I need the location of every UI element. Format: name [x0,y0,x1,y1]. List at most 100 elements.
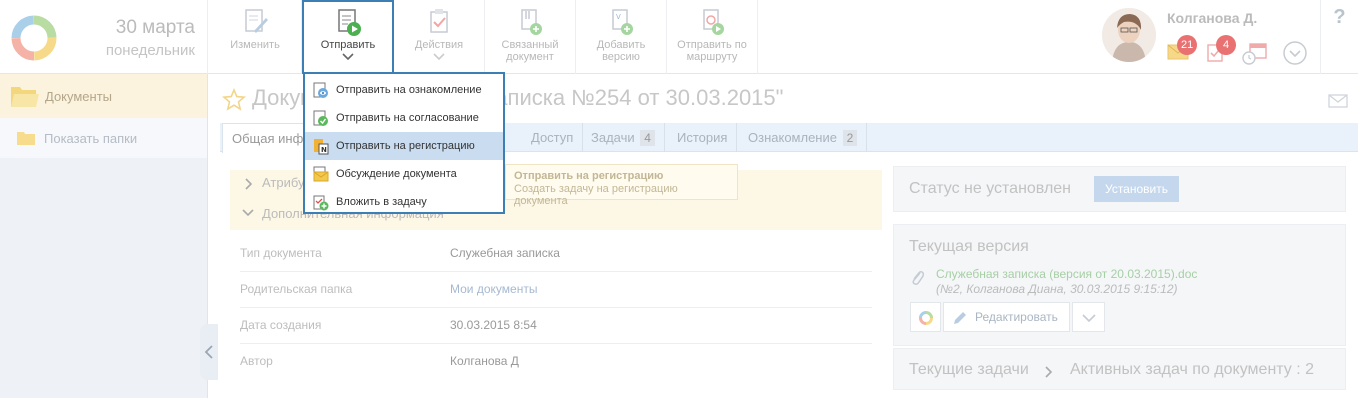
property-row: Родительская папка Мои документы [240,272,872,308]
tab-count: 2 [842,130,858,146]
chevron-right-icon[interactable] [1044,366,1052,378]
edit-file-label: Редактировать [975,310,1058,324]
set-status-button[interactable]: Установить [1094,176,1179,202]
send-route-label-2: маршруту [686,51,738,63]
parent-folder-link[interactable]: Мои документы [450,282,537,296]
chevron-left-icon [204,345,213,359]
linked-document-label-1: Связанный [501,39,559,51]
date-weekday: понедельник [105,42,195,59]
top-toolbar: 30 марта понедельник Изменить Отправить … [0,0,1358,74]
menu-item-attach-to-task[interactable]: Вложить в задачу [305,188,503,216]
sidebar-item-show-folders[interactable]: Показать папки [0,118,207,158]
chevron-down-circle-icon[interactable] [1283,41,1307,65]
property-value: Служебная записка [450,246,560,260]
actions-button[interactable]: Действия [394,0,485,74]
file-link[interactable]: Служебная записка (версия от 20.03.2015)… [936,267,1197,281]
tab-acquaintance[interactable]: Ознакомление 2 [739,123,868,152]
tab-label: Доступ [531,130,574,145]
edit-label: Изменить [230,39,280,51]
property-row: Дата создания 30.03.2015 8:54 [240,308,872,344]
sidebar-item-documents[interactable]: Документы [0,74,207,118]
more-options-button[interactable] [1072,302,1105,332]
attach-task-icon [313,195,329,211]
add-version-button[interactable]: V Добавить версию [576,0,667,74]
current-tasks-title[interactable]: Текущие задачи [909,361,1029,379]
version-title: Текущая версия [909,238,1029,255]
avatar[interactable] [1102,8,1156,62]
menu-item-label: Отправить на ознакомление [336,84,482,96]
calendar-icon[interactable] [1242,42,1268,66]
tab-label: Задачи [591,130,635,145]
tab-access[interactable]: Доступ [522,123,584,152]
review-icon [313,82,328,98]
send-label: Отправить [320,39,376,51]
favorite-star-icon[interactable] [222,88,246,112]
add-version-label-2: версию [602,51,640,63]
send-doc-icon [338,9,361,36]
add-version-label-1: Добавить [596,39,646,51]
chevron-down-icon [1082,314,1096,322]
user-name[interactable]: Колганова Д. [1167,10,1257,26]
app-logo[interactable] [0,0,70,74]
edit-file-button[interactable]: Редактировать [943,302,1070,332]
user-panel: Колганова Д. 21 4 [1100,0,1320,74]
linked-document-button[interactable]: Связанный документ [485,0,576,74]
envelope-icon[interactable] [1328,94,1348,108]
route-icon [703,9,724,35]
linked-document-label-2: документ [506,51,554,63]
folder-icon [17,132,35,145]
date-display: 30 марта понедельник [70,0,208,74]
send-button[interactable]: Отправить [302,0,394,74]
property-key: Дата создания [240,318,322,332]
actions-label: Действия [414,39,464,51]
property-key: Автор [240,354,273,368]
menu-item-send-approval[interactable]: Отправить на согласование [305,104,503,132]
discussion-icon [313,166,329,182]
current-version-panel: Текущая версия Служебная записка (версия… [893,224,1346,346]
svg-text:N: N [321,146,327,154]
paperclip-icon [912,271,925,285]
add-version-icon: V [612,9,633,35]
app-logo-icon [919,311,933,325]
active-tasks-count: Активных задач по документу : 2 [1070,361,1315,378]
sidebar-item-label: Документы [45,89,113,104]
pencil-icon [954,312,966,324]
send-dropdown-menu: Отправить на ознакомление Отправить на с… [303,72,505,214]
chevron-right-icon [245,178,252,190]
tab-label: История [677,130,728,145]
current-tasks-panel: Текущие задачи Активных задач по докумен… [893,348,1346,390]
tab-label: Ознакомление [748,130,837,145]
send-route-label-1: Отправить по [677,39,747,51]
menu-item-send-review[interactable]: Отправить на ознакомление [305,76,503,104]
chevron-down-icon [342,53,354,60]
edit-button[interactable]: Изменить [209,0,302,74]
sidebar-collapse-handle[interactable] [200,324,218,380]
menu-item-label: Отправить на согласование [336,112,479,124]
tasks-count-badge: 4 [1216,35,1236,55]
mail-count-badge: 21 [1177,35,1198,55]
tab-tasks[interactable]: Задачи 4 [582,123,665,152]
tooltip-title: Отправить на регистрацию [514,170,664,182]
tab-history[interactable]: История [668,123,738,152]
approve-icon [313,110,328,126]
menu-item-send-registration[interactable]: N Отправить на регистрацию [305,132,503,160]
logo-icon [11,15,57,61]
register-icon: N [314,139,329,155]
property-row: Тип документа Служебная записка [240,236,872,272]
property-key: Тип документа [240,246,322,260]
tooltip: Отправить на регистрацию Создать задачу … [505,164,738,207]
property-value: Колганова Д [450,354,519,368]
property-row: Автор Колганова Д [240,344,872,380]
file-meta: (№2, Колганова Диана, 30.03.2015 9:15:12… [936,282,1178,296]
menu-item-label: Отправить на регистрацию [336,140,475,152]
actions-icon [430,9,448,33]
menu-item-discussion[interactable]: Обсуждение документа [305,160,503,188]
help-button[interactable]: ? [1320,0,1358,74]
property-value: 30.03.2015 8:54 [450,318,537,332]
chevron-down-icon [433,53,445,60]
status-panel: Статус не установлен Установить [893,166,1346,212]
date-main: 30 марта [115,17,195,38]
send-route-button[interactable]: Отправить по маршруту [667,0,758,74]
open-online-button[interactable] [910,302,941,332]
sidebar: Документы Показать папки [0,74,208,398]
